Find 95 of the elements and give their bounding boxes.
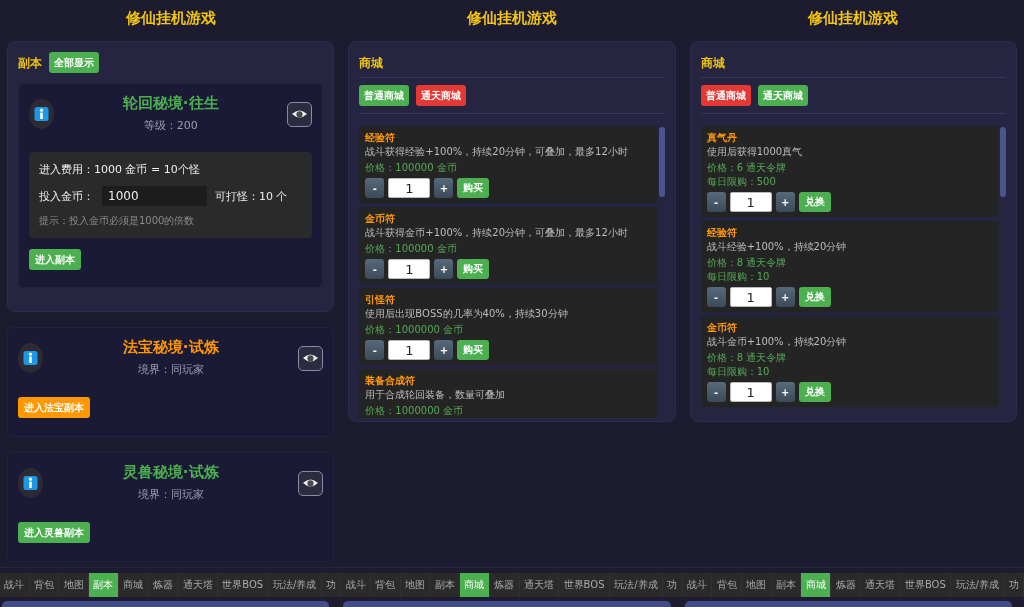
nav-tab[interactable]: 通天塔: [860, 573, 901, 597]
quantity-input[interactable]: 1: [388, 340, 431, 360]
hint-text: 提示：投入金币必须是1000的倍数: [39, 214, 195, 228]
info-icon: [18, 343, 43, 373]
nav-tab[interactable]: 炼器: [148, 573, 179, 597]
section-heading: 商城: [359, 56, 384, 70]
info-icon: [18, 468, 43, 498]
eye-icon: [303, 478, 319, 488]
nav-tab[interactable]: 战斗: [341, 573, 372, 597]
increase-button[interactable]: +: [434, 178, 454, 198]
item-name: 引怪符: [365, 293, 396, 307]
shop-tab[interactable]: 普通商城: [700, 85, 751, 106]
item-description: 战斗金币+100%，持续20分钟: [706, 335, 847, 349]
item-price: 价格：100000 金币: [365, 161, 457, 175]
increase-button[interactable]: +: [434, 340, 454, 360]
item-description: 战斗经验+100%，持续20分钟: [706, 240, 847, 254]
nav-tab[interactable]: 功: [662, 573, 683, 597]
nav-tab[interactable]: 背包: [371, 573, 401, 597]
item-price: 价格：100000 金币: [365, 242, 457, 256]
nav-tab[interactable]: 背包: [29, 573, 60, 597]
decrease-button[interactable]: -: [706, 382, 726, 402]
section-heading: 副本: [18, 54, 42, 71]
nav-tab[interactable]: 世界BOS: [900, 573, 952, 597]
decrease-button[interactable]: -: [365, 259, 385, 279]
nav-tab[interactable]: 地图: [742, 573, 772, 597]
eye-button[interactable]: [298, 345, 324, 371]
nav-tab[interactable]: 战斗: [682, 573, 713, 597]
increase-button[interactable]: +: [775, 192, 795, 212]
purchase-limit: 每日限购：10: [706, 365, 770, 379]
eye-icon: [292, 109, 308, 119]
decrease-button[interactable]: -: [365, 178, 385, 198]
item-description: 使用后获得1000真气: [706, 145, 803, 159]
item-price: 价格：8 通天令牌: [706, 256, 787, 270]
nav-tab[interactable]: 炼器: [831, 573, 861, 597]
nav-tab[interactable]: 通天塔: [519, 573, 560, 597]
increase-button[interactable]: +: [775, 287, 795, 307]
item-price: 价格：1000000 金币: [365, 323, 464, 337]
increase-button[interactable]: +: [434, 259, 454, 279]
quantity-input[interactable]: 1: [388, 178, 431, 198]
dungeon-requirement: 等级：200: [143, 118, 198, 134]
dungeon-title: 轮回秘境·往生: [122, 94, 219, 112]
decrease-button[interactable]: -: [706, 192, 726, 212]
nav-tab[interactable]: 炼器: [489, 573, 520, 597]
quantity-input[interactable]: 1: [729, 287, 772, 307]
dungeon-requirement: 境界：同玩家: [137, 487, 204, 503]
item-name: 装备合成符: [365, 374, 416, 388]
item-description: 用于合成轮回装备，数量可叠加: [365, 388, 506, 402]
section-heading: 商城: [700, 56, 725, 70]
nav-tab[interactable]: 背包: [712, 573, 743, 597]
nav-tab[interactable]: 功: [1004, 573, 1024, 597]
purchase-limit: 每日限购：500: [706, 175, 776, 189]
info-icon: [29, 99, 54, 129]
quantity-input[interactable]: 1: [729, 192, 772, 212]
coin-input[interactable]: 1000: [102, 186, 207, 206]
eye-button[interactable]: [298, 470, 324, 496]
app-title: 修仙挂机游戏: [808, 8, 899, 28]
nav-tab[interactable]: 地图: [400, 573, 431, 597]
purchase-limit: 每日限购：10: [706, 270, 770, 284]
item-name: 经验符: [365, 131, 396, 145]
monster-count: 可打怪：10 个: [215, 188, 288, 204]
item-description: 使用后出现BOSS的几率为40%，持续30分钟: [365, 307, 568, 321]
nav-tab[interactable]: 通天塔: [178, 573, 218, 597]
increase-button[interactable]: +: [775, 382, 795, 402]
item-name: 金币符: [365, 212, 396, 226]
input-label: 投入金币：: [39, 188, 94, 204]
nav-tab[interactable]: 玩法/养成: [609, 573, 663, 597]
item-price: 价格：8 通天令牌: [706, 351, 787, 365]
item-name: 真气丹: [706, 131, 737, 145]
nav-tab[interactable]: 商城: [118, 573, 149, 597]
cost-text: 进入费用：1000 金币 = 10个怪: [39, 162, 200, 178]
item-price: 价格：6 通天令牌: [706, 161, 787, 175]
item-price: 价格：1000000 金币: [365, 404, 464, 418]
nav-tab[interactable]: 玩法/养成: [268, 573, 322, 597]
shop-tab[interactable]: 通天商城: [416, 85, 467, 106]
decrease-button[interactable]: -: [365, 340, 385, 360]
scrollbar[interactable]: [1000, 127, 1006, 197]
dungeon-title: 灵兽秘境·试炼: [122, 463, 219, 481]
decrease-button[interactable]: -: [706, 287, 726, 307]
item-name: 金币符: [706, 321, 737, 335]
item-description: 战斗获得经验+100%，持续20分钟，可叠加，最多12小时: [365, 145, 628, 159]
dungeon-requirement: 境界：同玩家: [137, 362, 204, 378]
app-title: 修仙挂机游戏: [125, 8, 216, 28]
nav-tab[interactable]: 世界BOS: [559, 573, 610, 597]
item-description: 战斗获得金币+100%，持续20分钟，可叠加，最多12小时: [365, 226, 628, 240]
nav-tab[interactable]: 玩法/养成: [951, 573, 1005, 597]
item-name: 经验符: [706, 226, 737, 240]
eye-button[interactable]: [287, 101, 313, 127]
nav-tab[interactable]: 世界BOS: [217, 573, 269, 597]
nav-tab[interactable]: 战斗: [0, 573, 30, 597]
app-title: 修仙挂机游戏: [467, 8, 557, 28]
scrollbar[interactable]: [658, 127, 665, 197]
quantity-input[interactable]: 1: [388, 259, 431, 279]
dungeon-title: 法宝秘境·试炼: [122, 338, 219, 356]
quantity-input[interactable]: 1: [729, 382, 772, 402]
eye-icon: [303, 353, 319, 363]
